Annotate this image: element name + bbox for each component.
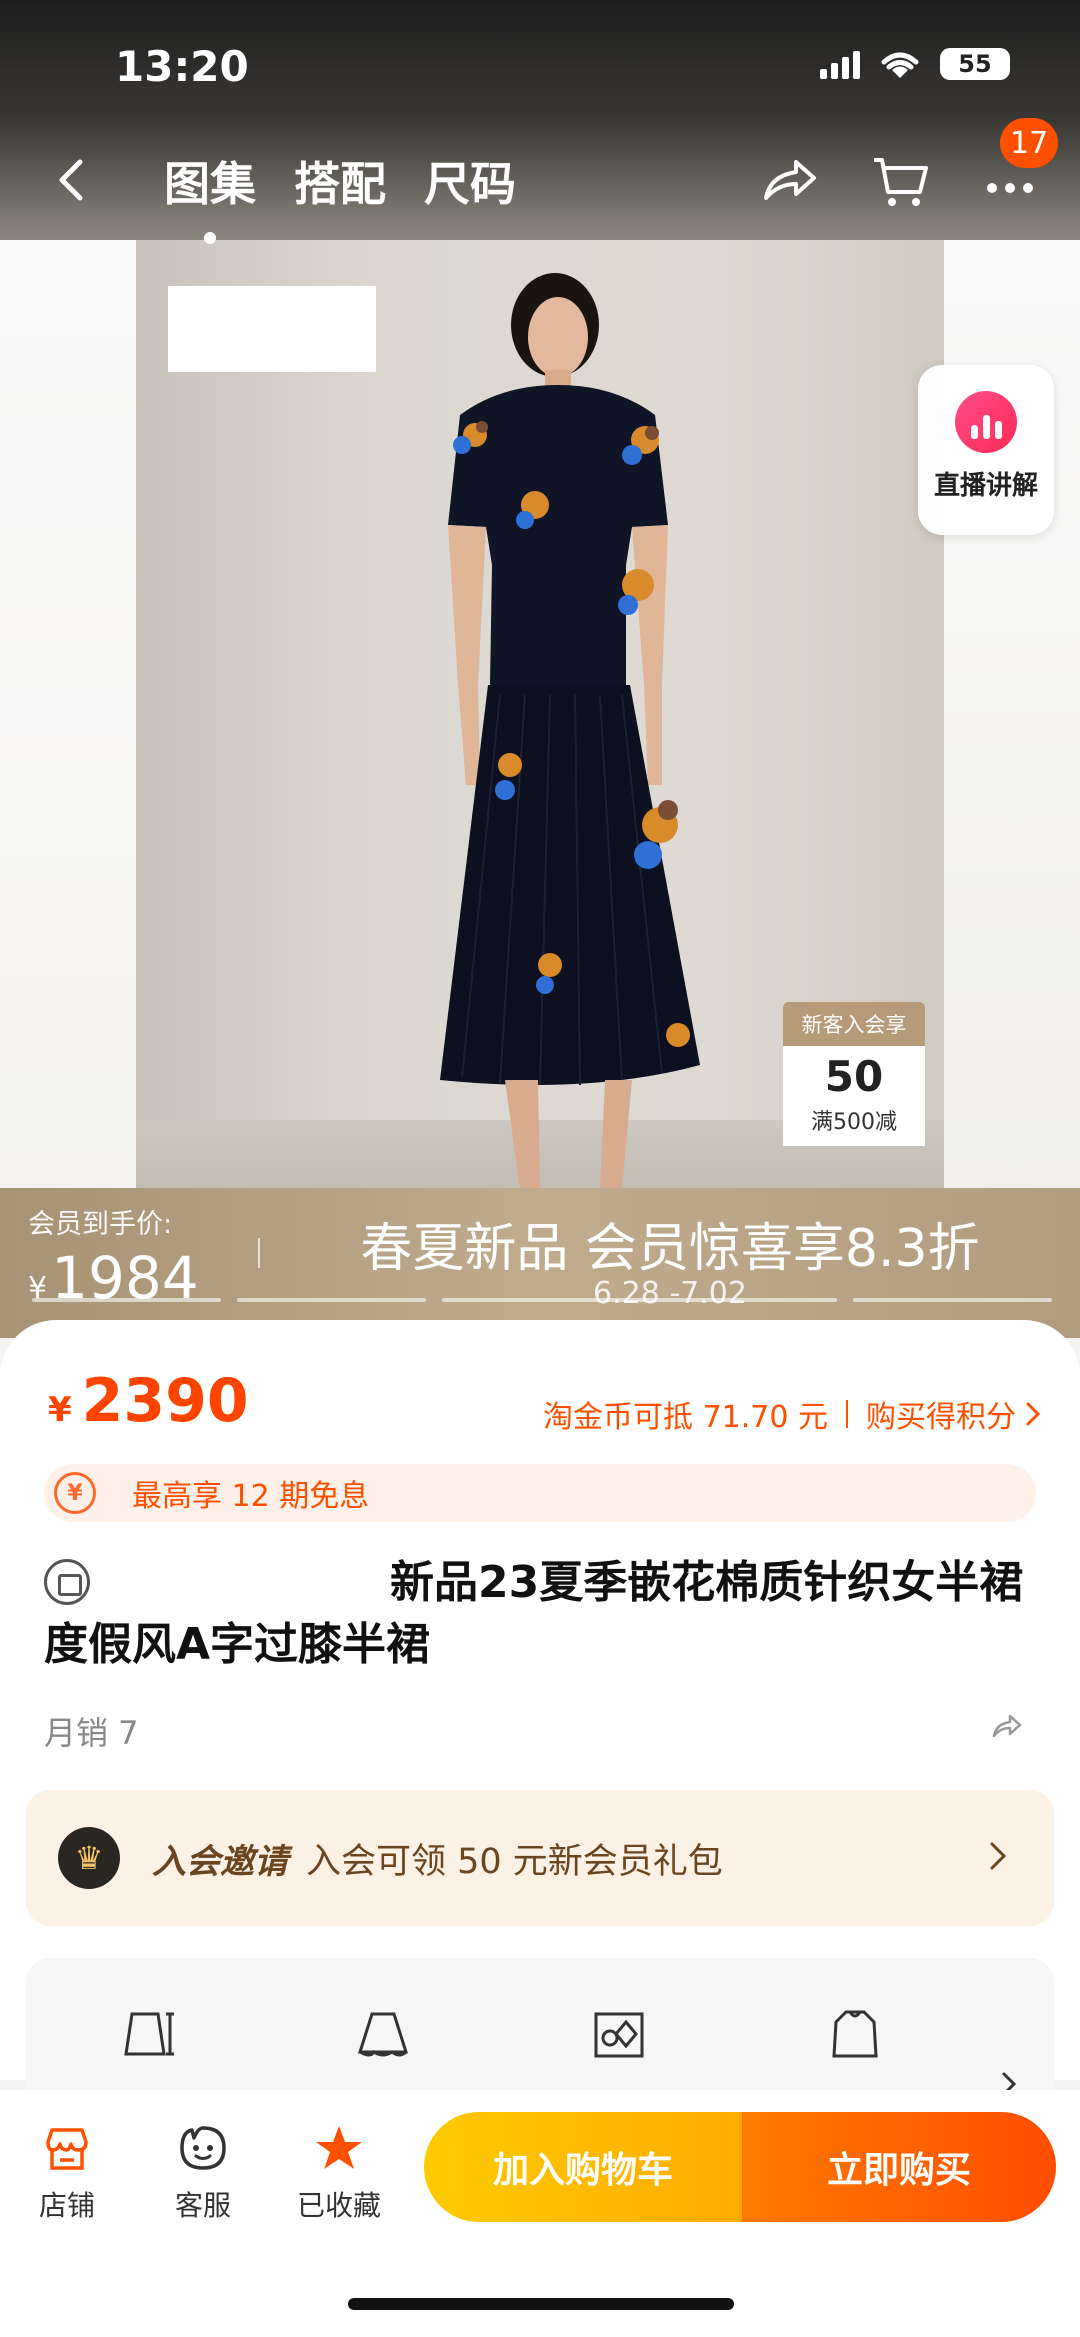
- price: ¥ 2390: [48, 1366, 249, 1436]
- member-invite-title: 入会邀请: [152, 1841, 288, 1882]
- promo-progress-bars: [32, 1298, 1052, 1304]
- coupon-condition: 满500减: [811, 1110, 897, 1135]
- installment-bar[interactable]: ¥ 最高享 12 期免息: [44, 1464, 1036, 1522]
- share-small-icon[interactable]: [990, 1710, 1024, 1740]
- size-guide-strip[interactable]: [26, 1958, 1054, 2108]
- battery-icon: 55: [940, 48, 1010, 80]
- status-icons: 55: [820, 48, 1010, 80]
- signal-icon: [820, 49, 860, 79]
- share-icon[interactable]: [756, 148, 820, 212]
- member-invite-bar[interactable]: ♛ 入会邀请 入会可领 50 元新会员礼包: [26, 1790, 1054, 1926]
- shop-label: 店铺: [38, 2189, 95, 2222]
- live-explain-button[interactable]: 直播讲解: [918, 365, 1054, 535]
- top-fit-icon: [832, 2010, 878, 2058]
- wifi-icon: [881, 52, 919, 78]
- new-member-coupon-tag[interactable]: 新客入会享 50 满500减: [783, 1002, 925, 1146]
- gallery-backdrop-left: [0, 240, 136, 1190]
- redacted-block: [168, 286, 376, 372]
- chevron-right-icon: [990, 1842, 1007, 1870]
- model-figure: [440, 273, 700, 1190]
- promo-banner[interactable]: 会员到手价: ¥1984 春夏新品 会员惊喜享8.3折 6.28 -7.02: [0, 1188, 1080, 1338]
- promo-headline: 春夏新品 会员惊喜享8.3折: [360, 1219, 980, 1279]
- coin-deduction[interactable]: 淘金币可抵 71.70 元 购买得积分: [543, 1392, 1044, 1436]
- member-invite-text: 入会可领 50 元新会员礼包: [306, 1841, 723, 1882]
- product-title: 新品23夏季嵌花棉质针织女半裙度假风A字过膝半裙: [44, 1552, 1044, 1676]
- service-label: 客服: [174, 2189, 231, 2222]
- back-icon[interactable]: [50, 152, 94, 208]
- promo-divider: [258, 1238, 260, 1268]
- home-indicator: [348, 2298, 734, 2310]
- coin-text: 淘金币可抵 71.70 元: [543, 1400, 828, 1435]
- chat-face-icon: [180, 2126, 226, 2170]
- member-price-label: 会员到手价:: [28, 1209, 173, 1240]
- cart-icon[interactable]: [868, 148, 932, 212]
- star-icon: [316, 2126, 362, 2169]
- gallery-tabs: 图集 搭配 尺码: [164, 148, 516, 244]
- shop-button[interactable]: 店铺: [12, 2122, 122, 2224]
- add-to-cart-button[interactable]: 加入购物车: [424, 2112, 742, 2222]
- skirt-length-icon: [124, 2012, 174, 2056]
- favorite-label: 已收藏: [296, 2189, 381, 2222]
- store-icon: [46, 2128, 88, 2170]
- shop-bag-icon: [44, 1559, 90, 1605]
- monthly-sales: 月销 7: [44, 1714, 139, 1752]
- top-nav: 图集 搭配 尺码: [0, 140, 1080, 244]
- notification-badge: 17: [1000, 118, 1059, 168]
- coupon-tag-head: 新客入会享: [783, 1002, 925, 1046]
- installment-text: 最高享 12 期免息: [132, 1479, 370, 1514]
- price-value: 2390: [81, 1366, 249, 1436]
- product-title-text: 新品23夏季嵌花棉质针织女半裙度假风A字过膝半裙: [44, 1557, 1024, 1670]
- skirt-shape-icon: [357, 2012, 409, 2057]
- tab-outfit[interactable]: 搭配: [294, 148, 386, 214]
- yen-icon: ¥: [54, 1472, 96, 1514]
- crown-icon: ♛: [58, 1827, 120, 1889]
- service-button[interactable]: 客服: [148, 2122, 258, 2224]
- live-label: 直播讲解: [933, 471, 1038, 501]
- tab-size[interactable]: 尺码: [424, 148, 516, 214]
- live-icon: [955, 391, 1017, 453]
- coin-divider: [846, 1400, 848, 1428]
- coupon-tag-body: 50 满500减: [783, 1046, 925, 1146]
- buy-now-button[interactable]: 立即购买: [742, 2112, 1056, 2222]
- price-currency: ¥: [48, 1390, 72, 1430]
- points-text: 购买得积分: [866, 1400, 1016, 1435]
- status-time: 13:20: [115, 42, 249, 91]
- tab-gallery[interactable]: 图集: [164, 148, 256, 244]
- favorite-button[interactable]: 已收藏: [284, 2122, 394, 2224]
- chevron-right-icon: [1026, 1402, 1041, 1426]
- coupon-amount: 50: [824, 1052, 884, 1101]
- fabric-pattern-icon: [594, 2012, 644, 2058]
- promo-dates: 6.28 -7.02: [593, 1276, 747, 1311]
